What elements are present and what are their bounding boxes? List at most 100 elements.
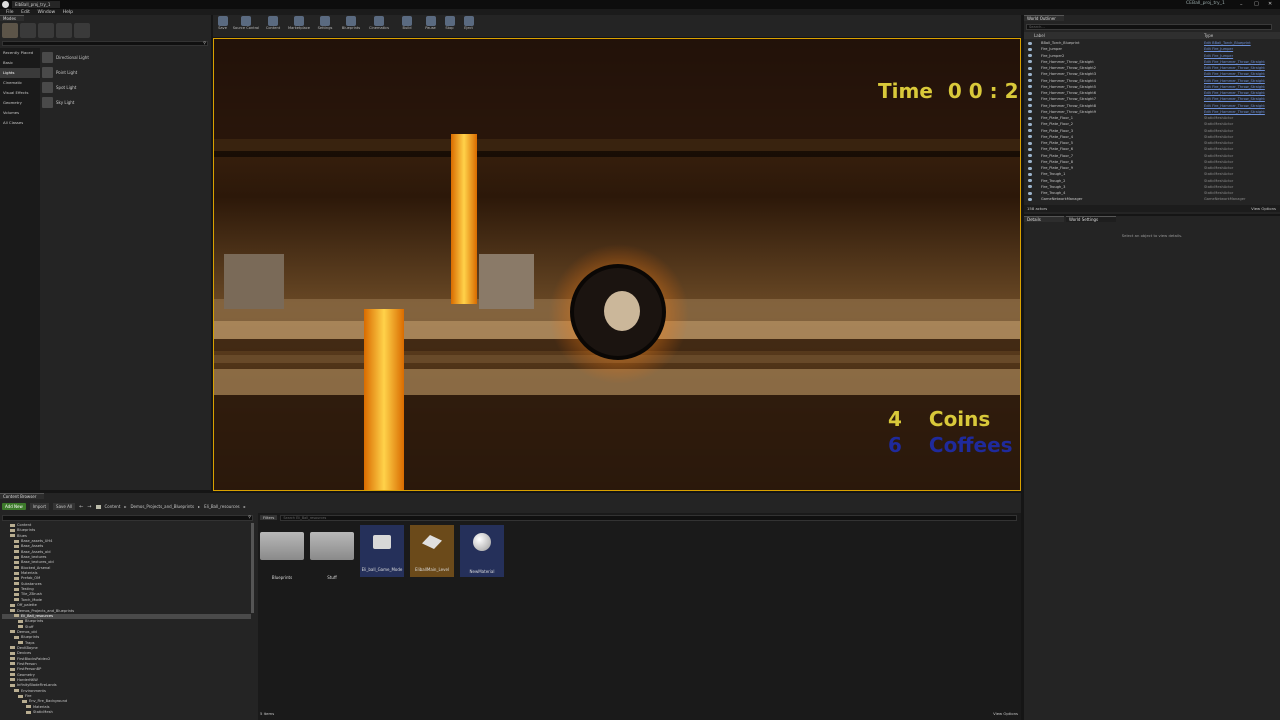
build-button[interactable]: Build: [394, 15, 420, 35]
eye-icon[interactable]: [1028, 85, 1032, 89]
pause-icon: [425, 16, 436, 26]
col-type[interactable]: Type: [1204, 32, 1213, 39]
forward-arrow-icon[interactable]: →: [87, 504, 91, 510]
pause-button[interactable]: Pause: [422, 15, 439, 35]
level-viewport[interactable]: Time 0 0 : 2 0 4 Coins 6 Coffees: [213, 38, 1021, 491]
import-button[interactable]: Import: [29, 503, 50, 510]
eye-icon[interactable]: [1028, 41, 1032, 45]
folder-icon: [26, 710, 31, 714]
asset-tile[interactable]: EliballMain_Level: [410, 525, 454, 577]
eye-icon[interactable]: [1028, 166, 1032, 170]
eject-button[interactable]: Eject: [460, 15, 477, 35]
chevron-right-icon: ▸: [124, 504, 127, 509]
modes-tab[interactable]: Modes: [0, 15, 24, 21]
blueprints-button[interactable]: Blueprints: [338, 15, 364, 35]
minimize-icon[interactable]: –: [1240, 2, 1243, 8]
list-item[interactable]: Point Light: [42, 65, 209, 80]
coins-count: 4: [888, 407, 902, 431]
breadcrumb-1[interactable]: Demos_Projects_and_Blueprints: [130, 504, 194, 509]
content-button[interactable]: Content: [262, 15, 284, 35]
asset-tile[interactable]: Stuff: [310, 525, 354, 580]
folder-icon: [310, 532, 354, 560]
asset-tile[interactable]: Eli_ball_Game_Mode: [360, 525, 404, 577]
category-all-classes[interactable]: All Classes: [0, 118, 40, 128]
eye-icon[interactable]: [1028, 116, 1032, 120]
world-outliner-tab[interactable]: World Outliner: [1024, 15, 1064, 21]
eye-icon[interactable]: [1028, 54, 1032, 57]
landscape-mode-icon[interactable]: [38, 23, 54, 38]
asset-tile[interactable]: NewMaterial: [460, 525, 504, 577]
eye-icon[interactable]: [1028, 179, 1032, 182]
tree-item[interactable]: StaticMesh: [2, 710, 251, 715]
folder-icon: [14, 544, 19, 548]
tree-scrollbar[interactable]: [251, 523, 254, 613]
paint-mode-icon[interactable]: [20, 23, 36, 38]
category-recently-placed[interactable]: Recently Placed: [0, 48, 40, 58]
eye-icon[interactable]: [1028, 135, 1032, 139]
category-geometry[interactable]: Geometry: [0, 98, 40, 108]
eye-icon[interactable]: [1028, 191, 1032, 195]
breadcrumb-2[interactable]: Eli_Ball_resources: [204, 504, 240, 509]
eye-icon[interactable]: [1028, 172, 1032, 176]
close-icon[interactable]: ✕: [1268, 1, 1272, 7]
marketplace-button[interactable]: Marketplace: [286, 15, 312, 35]
actor-label: Fire_Plate_Floor_8: [1041, 159, 1074, 164]
eye-icon[interactable]: [1028, 185, 1032, 189]
save-button[interactable]: Save: [215, 15, 230, 35]
eye-icon[interactable]: [1028, 72, 1032, 76]
window-tab[interactable]: ElbBall_proj_try_1: [12, 1, 60, 8]
add-new-button[interactable]: Add New: [2, 503, 26, 510]
back-arrow-icon[interactable]: ←: [79, 504, 83, 510]
coffees-label: Coffees: [928, 433, 1013, 457]
geometry-mode-icon[interactable]: [74, 23, 90, 38]
tab-world-settings[interactable]: World Settings: [1066, 216, 1116, 222]
foliage-mode-icon[interactable]: [56, 23, 72, 38]
eye-icon[interactable]: [1028, 197, 1032, 201]
breadcrumb-0[interactable]: Content: [105, 504, 121, 509]
maximize-icon[interactable]: □: [1254, 1, 1259, 7]
list-item[interactable]: Directional Light: [42, 50, 209, 65]
asset-tile[interactable]: Blueprints: [260, 525, 304, 580]
tree-item-label: HorderNKW: [17, 677, 38, 682]
asset-view-options[interactable]: View Options: [993, 711, 1018, 716]
place-mode-icon[interactable]: [2, 23, 18, 38]
eye-icon[interactable]: [1028, 104, 1032, 107]
eye-icon[interactable]: [1028, 79, 1032, 82]
category-cinematic[interactable]: Cinematic: [0, 78, 40, 88]
category-volumes[interactable]: Volumes: [0, 108, 40, 118]
list-item[interactable]: Sky Light: [42, 95, 209, 110]
eye-icon[interactable]: [1028, 47, 1032, 51]
asset-label: Blueprints: [271, 575, 293, 580]
col-label[interactable]: Label: [1034, 32, 1045, 39]
tab-details[interactable]: Details: [1024, 216, 1064, 222]
category-visual-effects[interactable]: Visual Effects: [0, 88, 40, 98]
eye-icon[interactable]: [1028, 122, 1032, 126]
settings-button[interactable]: Settings: [314, 15, 336, 35]
eye-icon[interactable]: [1028, 60, 1032, 64]
eye-icon[interactable]: [1028, 91, 1032, 95]
save-all-button[interactable]: Save All: [53, 503, 76, 510]
eye-icon[interactable]: [1028, 141, 1032, 145]
modes-search-input[interactable]: ⚲: [2, 40, 208, 46]
eye-icon[interactable]: [1028, 154, 1032, 157]
content-browser-tab[interactable]: Content Browser: [0, 493, 44, 499]
stop-button[interactable]: Stop: [441, 15, 458, 35]
category-lights[interactable]: Lights: [0, 68, 40, 78]
filters-button[interactable]: Filters: [260, 515, 278, 520]
eye-icon[interactable]: [1028, 147, 1032, 151]
eye-icon[interactable]: [1028, 97, 1032, 101]
cinematics-button[interactable]: Cinematics: [366, 15, 392, 35]
eye-icon[interactable]: [1028, 66, 1032, 70]
outliner-view-options[interactable]: View Options: [1251, 205, 1276, 212]
category-basic[interactable]: Basic: [0, 58, 40, 68]
tree-search-input[interactable]: ⚲: [2, 514, 253, 521]
cinematics-label: Cinematics: [369, 26, 389, 30]
source-control-button[interactable]: Source Control: [232, 15, 260, 35]
asset-search-input[interactable]: Search Eli_Ball_resources: [280, 514, 1017, 521]
list-item[interactable]: Spot Light: [42, 80, 209, 95]
table-row[interactable]: GameNetworkManager GameNetworkManager: [1024, 196, 1274, 202]
eye-icon[interactable]: [1028, 110, 1032, 114]
outliner-search-input[interactable]: Search...: [1026, 24, 1272, 30]
eye-icon[interactable]: [1028, 160, 1032, 164]
eye-icon[interactable]: [1028, 129, 1032, 132]
